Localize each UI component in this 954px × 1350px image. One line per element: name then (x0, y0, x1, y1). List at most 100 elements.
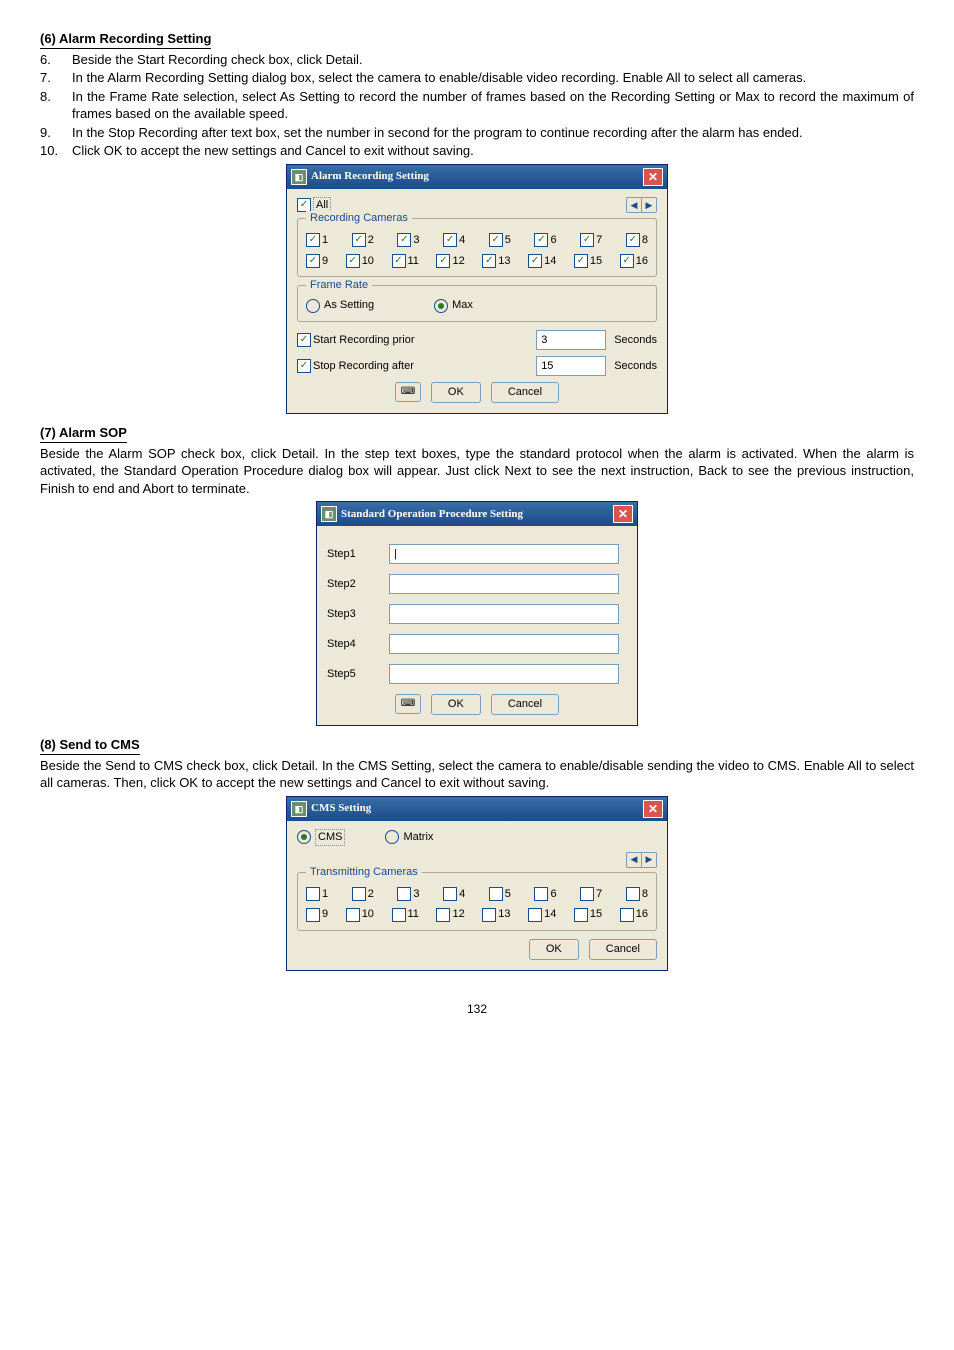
stop-after-field[interactable]: 15 (536, 356, 606, 376)
dialog-title: CMS Setting (311, 801, 371, 816)
camera-checkbox[interactable]: ✓15 (574, 254, 602, 269)
group-legend: Recording Cameras (306, 211, 412, 226)
titlebar: ◧ Alarm Recording Setting ✕ (287, 165, 667, 189)
camera-checkbox[interactable]: 15 (574, 907, 602, 922)
step-label: Step1 (327, 547, 377, 562)
camera-checkbox[interactable]: 12 (436, 907, 464, 922)
camera-checkbox[interactable]: ✓8 (626, 233, 648, 248)
camera-checkbox[interactable]: ✓9 (306, 254, 328, 269)
camera-checkbox[interactable]: ✓6 (534, 233, 556, 248)
camera-checkbox[interactable]: ✓14 (528, 254, 556, 269)
ok-button[interactable]: OK (431, 382, 481, 403)
camera-checkbox[interactable]: ✓12 (436, 254, 464, 269)
step-label: Step5 (327, 667, 377, 682)
section-heading-alarm-sop: (7) Alarm SOP (40, 424, 127, 443)
checkbox-start-prior[interactable]: ✓Start Recording prior (297, 333, 415, 348)
ok-button[interactable]: OK (431, 694, 481, 715)
arrow-right-icon[interactable]: ▶ (641, 198, 656, 212)
cms-dialog: ◧ CMS Setting ✕ CMS Matrix ◀▶ Transmitti… (286, 796, 668, 971)
list-text: Click OK to accept the new settings and … (72, 142, 914, 160)
camera-checkbox[interactable]: ✓2 (352, 233, 374, 248)
camera-checkbox[interactable]: 5 (489, 887, 511, 902)
cancel-button[interactable]: Cancel (491, 694, 559, 715)
step5-field[interactable] (389, 664, 619, 684)
app-icon: ◧ (291, 801, 307, 817)
transmitting-cameras-group: Transmitting Cameras 1 2 3 4 5 6 7 8 9 1… (297, 872, 657, 932)
page-arrows[interactable]: ◀▶ (626, 197, 657, 213)
camera-checkbox[interactable]: 9 (306, 907, 328, 922)
camera-checkbox[interactable]: 1 (306, 887, 328, 902)
camera-checkbox[interactable]: 3 (397, 887, 419, 902)
arrow-left-icon[interactable]: ◀ (627, 853, 641, 867)
step4-field[interactable] (389, 634, 619, 654)
camera-checkbox[interactable]: ✓1 (306, 233, 328, 248)
app-icon: ◧ (291, 169, 307, 185)
camera-checkbox[interactable]: 14 (528, 907, 556, 922)
camera-checkbox[interactable]: ✓4 (443, 233, 465, 248)
radio-cms[interactable]: CMS (297, 829, 345, 846)
step-label: Step2 (327, 577, 377, 592)
list-text: In the Stop Recording after text box, se… (72, 124, 914, 142)
dialog-title: Standard Operation Procedure Setting (341, 507, 523, 522)
app-icon: ◧ (321, 506, 337, 522)
camera-checkbox[interactable]: 10 (346, 907, 374, 922)
camera-checkbox[interactable]: 8 (626, 887, 648, 902)
camera-checkbox[interactable]: ✓13 (482, 254, 510, 269)
camera-checkbox[interactable]: 4 (443, 887, 465, 902)
list-num: 6. (40, 51, 72, 69)
camera-checkbox[interactable]: 16 (620, 907, 648, 922)
arrow-left-icon[interactable]: ◀ (627, 198, 641, 212)
keyboard-icon[interactable]: ⌨ (395, 694, 421, 714)
ok-button[interactable]: OK (529, 939, 579, 960)
arrow-right-icon[interactable]: ▶ (641, 853, 656, 867)
sop-dialog: ◧ Standard Operation Procedure Setting ✕… (316, 501, 638, 726)
step3-field[interactable] (389, 604, 619, 624)
group-legend: Frame Rate (306, 278, 372, 293)
paragraph: Beside the Alarm SOP check box, click De… (40, 445, 914, 498)
cancel-button[interactable]: Cancel (491, 382, 559, 403)
alarm-recording-dialog: ◧ Alarm Recording Setting ✕ ✓All ◀▶ Reco… (286, 164, 668, 414)
recording-cameras-group: Recording Cameras ✓1 ✓2 ✓3 ✓4 ✓5 ✓6 ✓7 ✓… (297, 218, 657, 278)
step2-field[interactable] (389, 574, 619, 594)
seconds-label: Seconds (614, 359, 657, 374)
titlebar: ◧ CMS Setting ✕ (287, 797, 667, 821)
camera-checkbox[interactable]: 6 (534, 887, 556, 902)
close-icon[interactable]: ✕ (613, 505, 633, 523)
section-heading-send-cms: (8) Send to CMS (40, 736, 140, 755)
camera-checkbox[interactable]: 11 (392, 907, 419, 922)
camera-checkbox[interactable]: 13 (482, 907, 510, 922)
close-icon[interactable]: ✕ (643, 800, 663, 818)
list-num: 10. (40, 142, 72, 160)
radio-matrix[interactable]: Matrix (385, 830, 433, 845)
section-heading-alarm-recording: (6) Alarm Recording Setting (40, 30, 211, 49)
camera-checkbox[interactable]: ✓5 (489, 233, 511, 248)
list-text: In the Frame Rate selection, select As S… (72, 88, 914, 123)
cancel-button[interactable]: Cancel (589, 939, 657, 960)
step-label: Step4 (327, 637, 377, 652)
camera-checkbox[interactable]: 2 (352, 887, 374, 902)
camera-checkbox[interactable]: 7 (580, 887, 602, 902)
camera-checkbox[interactable]: ✓3 (397, 233, 419, 248)
close-icon[interactable]: ✕ (643, 168, 663, 186)
group-legend: Transmitting Cameras (306, 865, 422, 880)
page-arrows[interactable]: ◀▶ (626, 852, 657, 868)
step1-field[interactable]: | (389, 544, 619, 564)
paragraph: Beside the Send to CMS check box, click … (40, 757, 914, 792)
ordered-list: 6.Beside the Start Recording check box, … (40, 51, 914, 160)
step-label: Step3 (327, 607, 377, 622)
list-num: 9. (40, 124, 72, 142)
start-prior-field[interactable]: 3 (536, 330, 606, 350)
seconds-label: Seconds (614, 333, 657, 348)
camera-checkbox[interactable]: ✓7 (580, 233, 602, 248)
camera-checkbox[interactable]: ✓11 (392, 254, 419, 269)
dialog-title: Alarm Recording Setting (311, 169, 429, 184)
keyboard-icon[interactable]: ⌨ (395, 382, 421, 402)
radio-as-setting[interactable]: As Setting (306, 298, 374, 313)
camera-checkbox[interactable]: ✓16 (620, 254, 648, 269)
radio-max[interactable]: Max (434, 298, 473, 313)
camera-checkbox[interactable]: ✓10 (346, 254, 374, 269)
page-number: 132 (40, 1001, 914, 1017)
checkbox-stop-after[interactable]: ✓Stop Recording after (297, 359, 414, 374)
titlebar: ◧ Standard Operation Procedure Setting ✕ (317, 502, 637, 526)
list-text: In the Alarm Recording Setting dialog bo… (72, 69, 914, 87)
